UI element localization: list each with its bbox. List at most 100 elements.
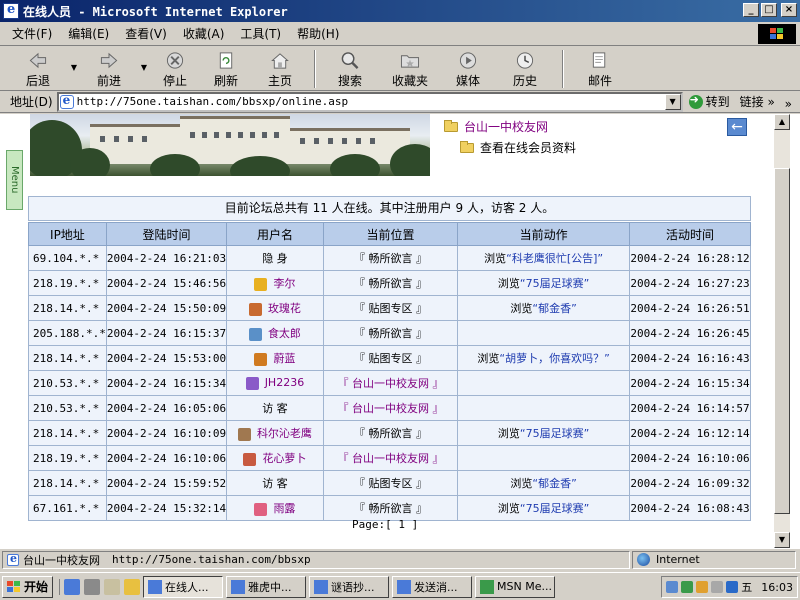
menu-help[interactable]: 帮助(H) [289,25,347,42]
ie-app-icon[interactable] [3,2,19,19]
username-link[interactable]: 花心萝卜 [262,452,306,465]
status-bar: 台山一中校友网 http://75one.taishan.com/bbsxp I… [0,548,800,570]
location-link[interactable]: 『 贴图专区 』 [354,302,427,315]
action-cell: 浏览“郁金香” [457,470,631,496]
refresh-button[interactable]: 刷新 [200,47,252,89]
task-yahoo[interactable]: 雅虎中... [226,575,307,598]
start-button[interactable]: 开始 [2,575,54,598]
links-button[interactable]: 链接 [740,93,775,110]
pagination[interactable]: Page:[ 1 ] [352,518,418,531]
table-row: 69.104.*.* 2004-2-24 16:21:03 隐 身 『 畅所欲言 』 浏… [28,245,751,271]
tray-ime-letter[interactable]: 五 [741,579,752,595]
location-link[interactable]: 『 畅所欲言 』 [354,427,427,440]
username-link[interactable]: 食太郎 [268,327,301,340]
username-link[interactable]: JH2236 [265,376,305,389]
search-icon [341,52,359,69]
location-link[interactable]: 『 台山一中校友网 』 [338,452,444,465]
topic-link[interactable]: “郁金香” [532,302,576,315]
home-button[interactable]: 主页 [252,47,308,89]
scroll-down-icon[interactable]: ▼ [774,532,790,548]
back-button[interactable]: 后退 [8,47,68,89]
task-send-message[interactable]: 发送消... [392,575,473,598]
menu-tools[interactable]: 工具(T) [232,25,289,42]
location-link[interactable]: 『 畅所欲言 』 [354,277,427,290]
close-button[interactable]: × [781,3,797,17]
location-link[interactable]: 『 台山一中校友网 』 [338,402,444,415]
location-link[interactable]: 『 台山一中校友网 』 [338,377,444,390]
tray-qq-icon[interactable] [696,581,709,593]
tray-network-icon[interactable] [666,581,679,593]
task-online-users[interactable]: 在线人... [143,575,224,598]
username: 访 客 [262,402,288,415]
active-time-cell: 2004-2-24 16:27:23 [629,270,751,296]
location-link[interactable]: 『 贴图专区 』 [354,477,427,490]
title-bar[interactable]: 在线人员 - Microsoft Internet Explorer _ □ × [0,0,800,22]
menu-view[interactable]: 查看(V) [117,25,175,42]
topic-link[interactable]: “科老鹰很忙[公告]” [506,252,603,265]
username-link[interactable]: 蔚蓝 [273,352,295,365]
action-cell [457,395,631,421]
notepad-quicklaunch-icon[interactable] [104,578,121,595]
topic-link[interactable]: “胡萝卜，你喜欢吗？” [499,352,609,365]
online-summary: 目前论坛总共有 11 人在线。其中注册用户 9 人，访客 2 人。 [28,196,751,221]
topic-link[interactable]: “75届足球赛” [520,427,589,440]
menu-favorites[interactable]: 收藏(A) [175,25,233,42]
action-cell: 浏览“75届足球赛” [457,270,631,296]
username-cell: 蔚蓝 [226,345,324,371]
address-dropdown-icon[interactable]: ▼ [664,93,681,110]
quick-launch [59,578,141,595]
address-input[interactable]: http://75one.taishan.com/bbsxp/online.as… [56,91,683,112]
tray-speaker-icon[interactable] [711,581,724,593]
ie-quicklaunch-icon[interactable] [64,578,81,595]
tray-ime-icon[interactable] [726,581,739,593]
desktop-quicklaunch-icon[interactable] [84,578,101,595]
address-url[interactable]: http://75one.taishan.com/bbsxp/online.as… [77,95,349,108]
home-label: 主页 [267,74,292,88]
location-link[interactable]: 『 畅所欲言 』 [354,327,427,340]
forward-dropdown-icon[interactable]: ▼ [138,47,150,72]
login-time-cell: 2004-2-24 15:32:14 [105,495,228,521]
member-info-text[interactable]: 查看在线会员资料 [480,139,576,156]
member-info-link[interactable]: 查看在线会员资料 [460,139,576,156]
menu-side-tab[interactable]: Menu [6,150,23,210]
username-link[interactable]: 玫瑰花 [268,302,301,315]
forward-button[interactable]: 前进 [80,47,138,89]
location-link[interactable]: 『 畅所欲言 』 [354,502,427,515]
task-msn[interactable]: MSN Me... [475,575,556,598]
mail-button[interactable]: 邮件 [570,47,630,89]
col-ip: IP地址 [28,222,107,246]
status-url: http://75one.taishan.com/bbsxp [112,553,311,566]
menu-file[interactable]: 文件(F) [0,25,60,42]
go-button[interactable]: 转到 [688,93,730,110]
media-button[interactable]: 媒体 [442,47,494,89]
ip-cell: 69.104.*.* [28,245,107,271]
username-link[interactable]: 李尔 [273,277,295,290]
minimize-button[interactable]: _ [743,3,759,17]
favorites-button[interactable]: 收藏夹 [378,47,442,89]
vertical-scrollbar[interactable]: ▲ ▼ [774,114,790,548]
location-link[interactable]: 『 贴图专区 』 [354,352,427,365]
topic-link[interactable]: “75届足球赛” [520,277,589,290]
username-link[interactable]: 科尔沁老鹰 [257,427,312,440]
site-link[interactable]: 台山一中校友网 [444,118,576,135]
menu-edit[interactable]: 编辑(E) [60,25,117,42]
tray-msn-icon[interactable] [681,581,694,593]
search-button[interactable]: 搜索 [322,47,378,89]
scroll-up-icon[interactable]: ▲ [774,114,790,130]
username-link[interactable]: 雨露 [273,502,295,515]
topic-link[interactable]: “郁金香” [532,477,576,490]
back-arrow-icon[interactable]: ← [727,118,747,136]
history-button[interactable]: 历史 [494,47,556,89]
task-label: 雅虎中... [248,580,292,594]
topic-link[interactable]: “75届足球赛” [520,502,589,515]
stop-button[interactable]: 停止 [150,47,200,89]
task-riddle[interactable]: 谜语抄... [309,575,390,598]
location-link[interactable]: 『 畅所欲言 』 [354,252,427,265]
folder-quicklaunch-icon[interactable] [124,578,141,595]
back-dropdown-icon[interactable]: ▼ [68,47,80,72]
maximize-button[interactable]: □ [761,3,777,17]
scroll-thumb[interactable] [774,168,790,514]
login-time-cell: 2004-2-24 16:21:03 [105,245,228,271]
ip-cell: 218.14.*.* [28,345,107,371]
site-link-text[interactable]: 台山一中校友网 [464,118,548,135]
